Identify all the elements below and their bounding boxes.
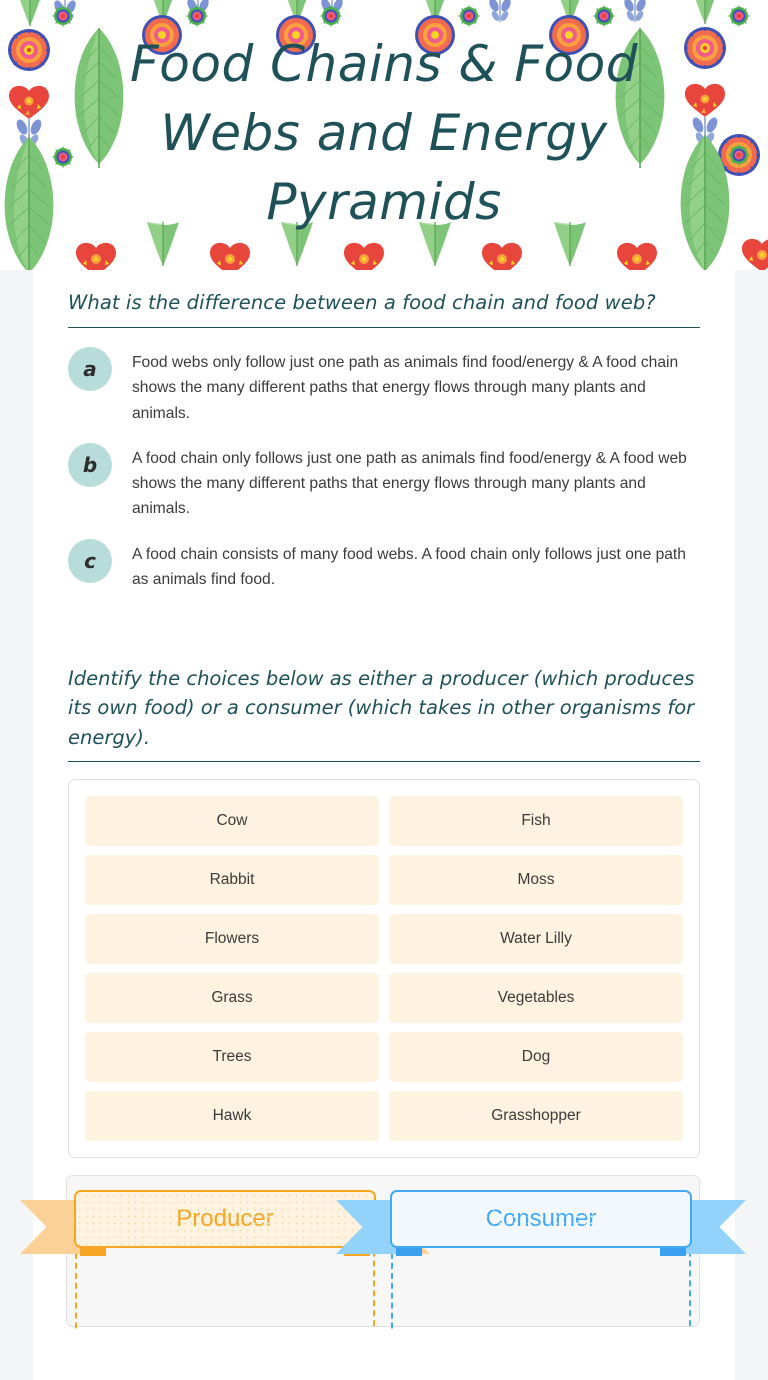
choice-text: A food chain only follows just one path … bbox=[132, 449, 687, 518]
word-bank-tile[interactable]: Grass bbox=[85, 972, 379, 1023]
word-bank-tile[interactable]: Trees bbox=[85, 1031, 379, 1082]
worksheet-page: Food Chains & Food Webs and Energy Pyram… bbox=[0, 0, 768, 1380]
word-bank-tile[interactable]: Cow bbox=[85, 795, 379, 846]
page-title-wrap: Food Chains & Food Webs and Energy Pyram… bbox=[0, 30, 768, 237]
plaque-dot-texture bbox=[76, 1191, 374, 1246]
category-sort-area: Producer Consumer bbox=[20, 1174, 746, 1330]
word-bank-tile[interactable]: Dog bbox=[389, 1031, 683, 1082]
worksheet-body: What is the difference between a food ch… bbox=[20, 270, 746, 1380]
word-bank-tile[interactable]: Moss bbox=[389, 854, 683, 905]
question-1-choices: a Food webs only follow just one path as… bbox=[68, 344, 700, 592]
worksheet-header: Food Chains & Food Webs and Energy Pyram… bbox=[0, 0, 768, 270]
choice-letter-badge: b bbox=[68, 442, 112, 487]
word-bank-tile[interactable]: Vegetables bbox=[389, 972, 683, 1023]
word-bank-tile[interactable]: Grasshopper bbox=[389, 1090, 683, 1141]
choice-option[interactable]: b A food chain only follows just one pat… bbox=[68, 440, 700, 522]
page-title: Food Chains & Food Webs and Energy Pyram… bbox=[130, 35, 638, 231]
category-column-producer: Producer bbox=[20, 1189, 430, 1330]
ribbon-banner-producer: Producer bbox=[20, 1189, 430, 1264]
question-2-heading: Identify the choices below as either a p… bbox=[68, 664, 700, 762]
ribbon-banner-consumer: Consumer bbox=[336, 1189, 746, 1264]
choice-option[interactable]: c A food chain consists of many food web… bbox=[68, 536, 700, 593]
choice-letter-badge: c bbox=[68, 538, 112, 583]
word-bank-tile[interactable]: Water Lilly bbox=[389, 913, 683, 964]
word-bank-tile[interactable]: Fish bbox=[389, 795, 683, 846]
word-bank: Cow Fish Rabbit Moss Flowers Water Lilly… bbox=[68, 778, 700, 1158]
category-label-producer: Producer bbox=[74, 1189, 376, 1248]
category-label-consumer: Consumer bbox=[390, 1189, 692, 1248]
word-bank-tile[interactable]: Rabbit bbox=[85, 854, 379, 905]
category-column-consumer: Consumer bbox=[336, 1189, 746, 1330]
word-bank-tile[interactable]: Hawk bbox=[85, 1090, 379, 1141]
choice-text: Food webs only follow just one path as a… bbox=[132, 354, 679, 422]
question-1-heading: What is the difference between a food ch… bbox=[68, 288, 700, 329]
choice-text: A food chain consists of many food webs.… bbox=[132, 545, 686, 588]
plaque-dot-texture bbox=[392, 1191, 690, 1246]
word-bank-tile[interactable]: Flowers bbox=[85, 913, 379, 964]
choice-letter-badge: a bbox=[68, 347, 112, 392]
choice-option[interactable]: a Food webs only follow just one path as… bbox=[68, 344, 700, 426]
